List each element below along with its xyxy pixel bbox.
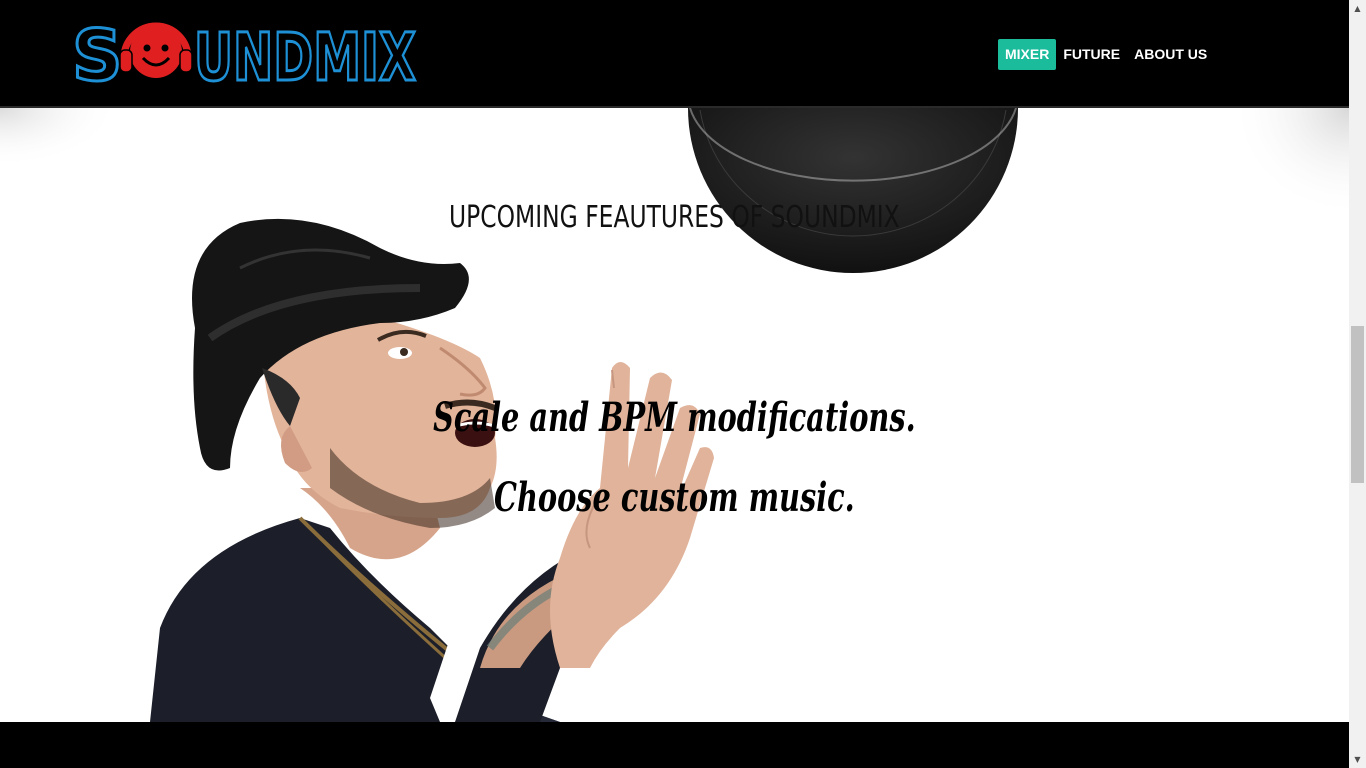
footer (0, 722, 1349, 768)
nav-item-about-us[interactable]: ABOUT US (1127, 39, 1214, 70)
feature-custom-music: Choose custom music. (494, 474, 855, 521)
svg-text:S: S (72, 16, 122, 88)
scroll-down-arrow-icon[interactable]: ▼ (1349, 751, 1366, 768)
vertical-scrollbar[interactable]: ▲ ▼ (1349, 0, 1366, 768)
smiley-headphones-icon (119, 22, 193, 78)
soundmix-logo[interactable]: S UNDMIX (72, 16, 422, 88)
page: S UNDMIX MIXER FUTURE ABOUT US UPCOMING … (0, 0, 1366, 768)
navbar: S UNDMIX MIXER FUTURE ABOUT US (0, 0, 1349, 108)
scrollbar-thumb[interactable] (1351, 326, 1364, 483)
nav-item-future[interactable]: FUTURE (1056, 39, 1127, 70)
nav-item-mixer[interactable]: MIXER (998, 39, 1057, 70)
section-title: UPCOMING FEAUTURES OF SOUNDMIX (449, 200, 900, 235)
main-nav: MIXER FUTURE ABOUT US (998, 39, 1214, 70)
svg-text:UNDMIX: UNDMIX (194, 19, 416, 88)
feature-scale-bpm: Scale and BPM modifications. (433, 394, 916, 441)
scroll-up-arrow-icon[interactable]: ▲ (1349, 0, 1366, 17)
upcoming-features-section: UPCOMING FEAUTURES OF SOUNDMIX Scale and… (0, 108, 1349, 722)
